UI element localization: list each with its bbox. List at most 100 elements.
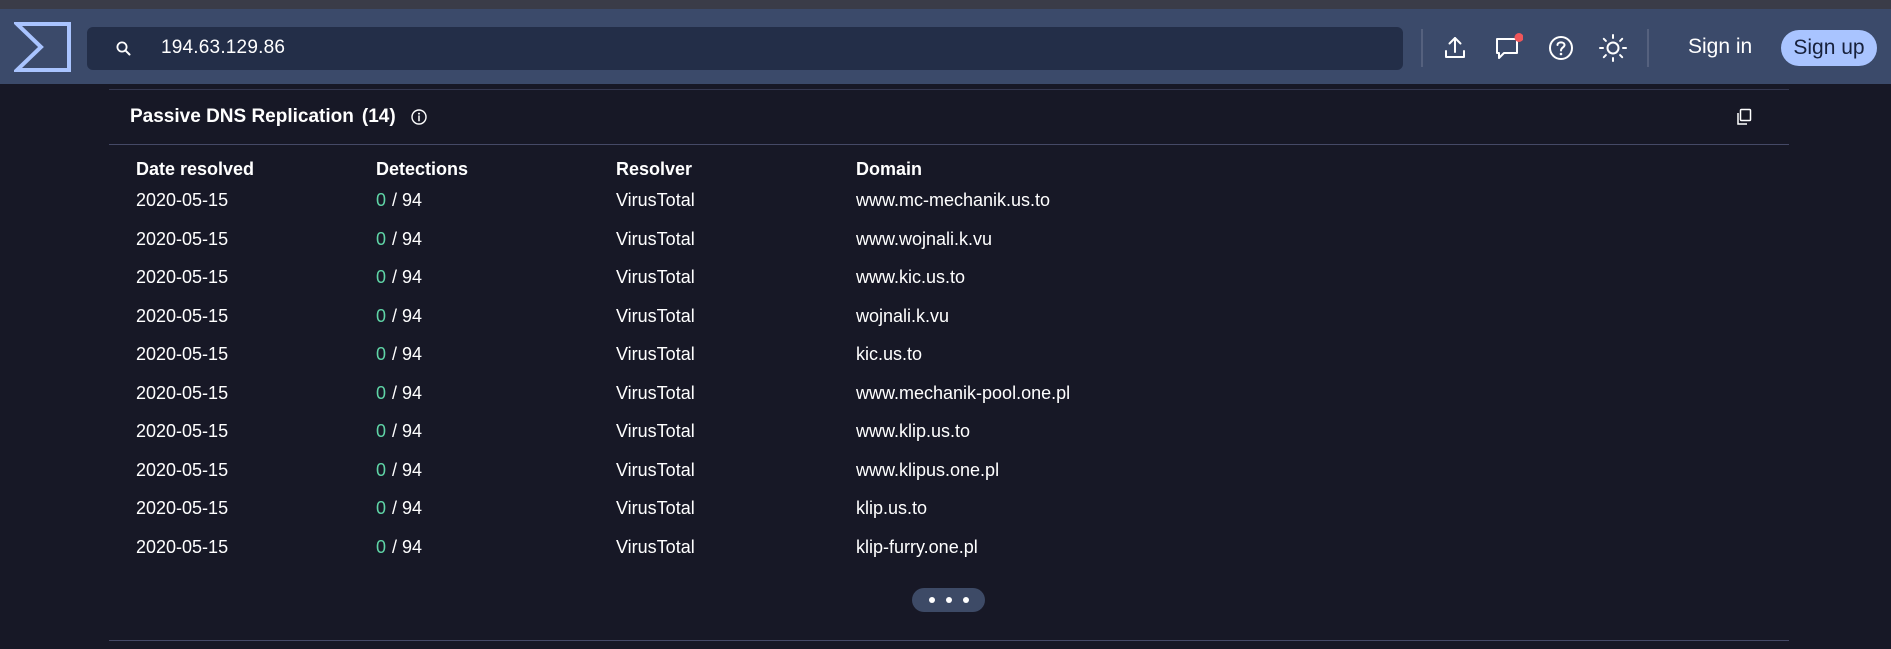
detections-total: / 94 (392, 190, 423, 210)
detections-total: / 94 (392, 382, 423, 403)
detections-positive: 0 (376, 190, 387, 210)
resolver-cell: VirusTotal (616, 536, 695, 557)
date-resolved-cell: 2020-05-15 (136, 498, 229, 518)
table-row: 2020-05-15 0/ 94 VirusTotal kic.us.to (0, 344, 1891, 374)
resolver-cell: VirusTotal (616, 190, 695, 210)
domain-link[interactable]: www.wojnali.k.vu (856, 229, 992, 250)
detections-positive: 0 (376, 421, 387, 441)
detections-total: / 94 (392, 536, 423, 557)
toolbar-divider (1647, 29, 1649, 67)
domain-link[interactable]: klip-furry.one.pl (856, 537, 978, 558)
detections-cell: 0/ 94 (376, 306, 422, 327)
domain-link[interactable]: www.mc-mechanik.us.to (856, 190, 1050, 211)
table-row: 2020-05-15 0/ 94 VirusTotal klip.us.to (0, 498, 1891, 528)
table-row: 2020-05-15 0/ 94 VirusTotal www.kic.us.to (0, 267, 1891, 297)
detections-total: / 94 (392, 267, 423, 287)
search-bar[interactable]: 194.63.129.86 (87, 27, 1403, 70)
detections-total: / 94 (392, 305, 423, 326)
upload-icon[interactable] (1440, 33, 1470, 63)
detections-cell: 0/ 94 (376, 190, 422, 211)
date-resolved-cell: 2020-05-15 (136, 536, 229, 557)
browser-top-strip (0, 0, 1891, 9)
detections-cell: 0/ 94 (376, 383, 422, 404)
copy-icon[interactable] (1735, 108, 1753, 126)
detections-positive: 0 (376, 382, 387, 403)
search-input[interactable]: 194.63.129.86 (161, 37, 285, 59)
resolver-cell: VirusTotal (616, 382, 695, 403)
sign-in-link[interactable]: Sign in (1688, 35, 1752, 59)
resolver-cell: VirusTotal (616, 421, 695, 441)
domain-link[interactable]: www.klipus.one.pl (856, 460, 999, 481)
date-resolved-cell: 2020-05-15 (136, 305, 229, 326)
detections-positive: 0 (376, 459, 387, 480)
chat-icon[interactable] (1493, 33, 1523, 63)
table-row: 2020-05-15 0/ 94 VirusTotal www.klipus.one.… (0, 460, 1891, 490)
more-dot (945, 597, 952, 603)
help-icon[interactable] (1546, 33, 1576, 63)
load-more-button[interactable] (912, 588, 985, 612)
domain-link[interactable]: kic.us.to (856, 344, 922, 365)
detections-total: / 94 (392, 421, 423, 441)
column-header-date: Date resolved (136, 159, 255, 179)
detections-positive: 0 (376, 536, 387, 557)
resolver-cell: VirusTotal (616, 305, 695, 326)
table-row: 2020-05-15 0/ 94 VirusTotal www.mc-mechanik… (0, 190, 1891, 220)
top-navigation-bar: 194.63.129.86 Sign in Sign up (0, 9, 1891, 84)
column-header-detections: Detections (376, 159, 469, 179)
table-row: 2020-05-15 0/ 94 VirusTotal wojnali.k.vu (0, 306, 1891, 336)
detections-positive: 0 (376, 305, 387, 326)
date-resolved-cell: 2020-05-15 (136, 382, 229, 403)
toolbar-divider (1421, 29, 1423, 67)
table-row: 2020-05-15 0/ 94 VirusTotal klip-furry.one.… (0, 537, 1891, 567)
resolver-cell: VirusTotal (616, 344, 695, 364)
detections-total: / 94 (392, 459, 423, 480)
resolver-cell: VirusTotal (616, 228, 695, 249)
domain-link[interactable]: www.klip.us.to (856, 421, 970, 442)
table-row: 2020-05-15 0/ 94 VirusTotal www.mechanik-po… (0, 383, 1891, 413)
date-resolved-cell: 2020-05-15 (136, 459, 229, 480)
date-resolved-cell: 2020-05-15 (136, 267, 229, 287)
date-resolved-cell: 2020-05-15 (136, 190, 229, 210)
domain-link[interactable]: klip.us.to (856, 498, 927, 519)
detections-total: / 94 (392, 344, 423, 364)
detections-cell: 0/ 94 (376, 460, 422, 481)
virustotal-logo[interactable] (14, 21, 72, 73)
table-row: 2020-05-15 0/ 94 VirusTotal www.klip.us.to (0, 421, 1891, 451)
panel-title-text: Passive DNS Replication (130, 106, 354, 127)
panel-header-divider (109, 144, 1789, 145)
detections-total: / 94 (392, 228, 423, 249)
panel-top-divider (109, 89, 1789, 90)
more-dot (962, 597, 969, 603)
detections-positive: 0 (376, 228, 387, 249)
detections-cell: 0/ 94 (376, 229, 422, 250)
detections-cell: 0/ 94 (376, 498, 422, 519)
panel-bottom-divider (109, 640, 1789, 641)
info-icon[interactable] (410, 108, 428, 126)
detections-cell: 0/ 94 (376, 421, 422, 442)
resolver-cell: VirusTotal (616, 267, 695, 287)
sun-icon[interactable] (1598, 33, 1628, 63)
column-header-resolver: Resolver (616, 159, 693, 179)
sign-up-button[interactable]: Sign up (1781, 30, 1877, 66)
column-header-domain: Domain (856, 159, 923, 179)
domain-link[interactable]: wojnali.k.vu (856, 306, 949, 327)
detections-total: / 94 (392, 498, 423, 518)
resolver-cell: VirusTotal (616, 498, 695, 518)
date-resolved-cell: 2020-05-15 (136, 228, 229, 249)
domain-link[interactable]: www.kic.us.to (856, 267, 965, 288)
detections-positive: 0 (376, 267, 387, 287)
detections-positive: 0 (376, 498, 387, 518)
date-resolved-cell: 2020-05-15 (136, 421, 229, 441)
domain-link[interactable]: www.mechanik-pool.one.pl (856, 383, 1070, 404)
detections-cell: 0/ 94 (376, 344, 422, 365)
panel-count: (14) (361, 106, 396, 127)
detections-positive: 0 (376, 344, 387, 364)
detections-cell: 0/ 94 (376, 267, 422, 288)
resolver-cell: VirusTotal (616, 459, 695, 480)
more-dot (928, 597, 935, 603)
notification-dot (1514, 33, 1523, 42)
detections-cell: 0/ 94 (376, 537, 422, 558)
panel-title: Passive DNS Replication (14) (130, 106, 396, 128)
table-row: 2020-05-15 0/ 94 VirusTotal www.wojnali.k.v… (0, 229, 1891, 259)
search-icon (116, 41, 131, 56)
